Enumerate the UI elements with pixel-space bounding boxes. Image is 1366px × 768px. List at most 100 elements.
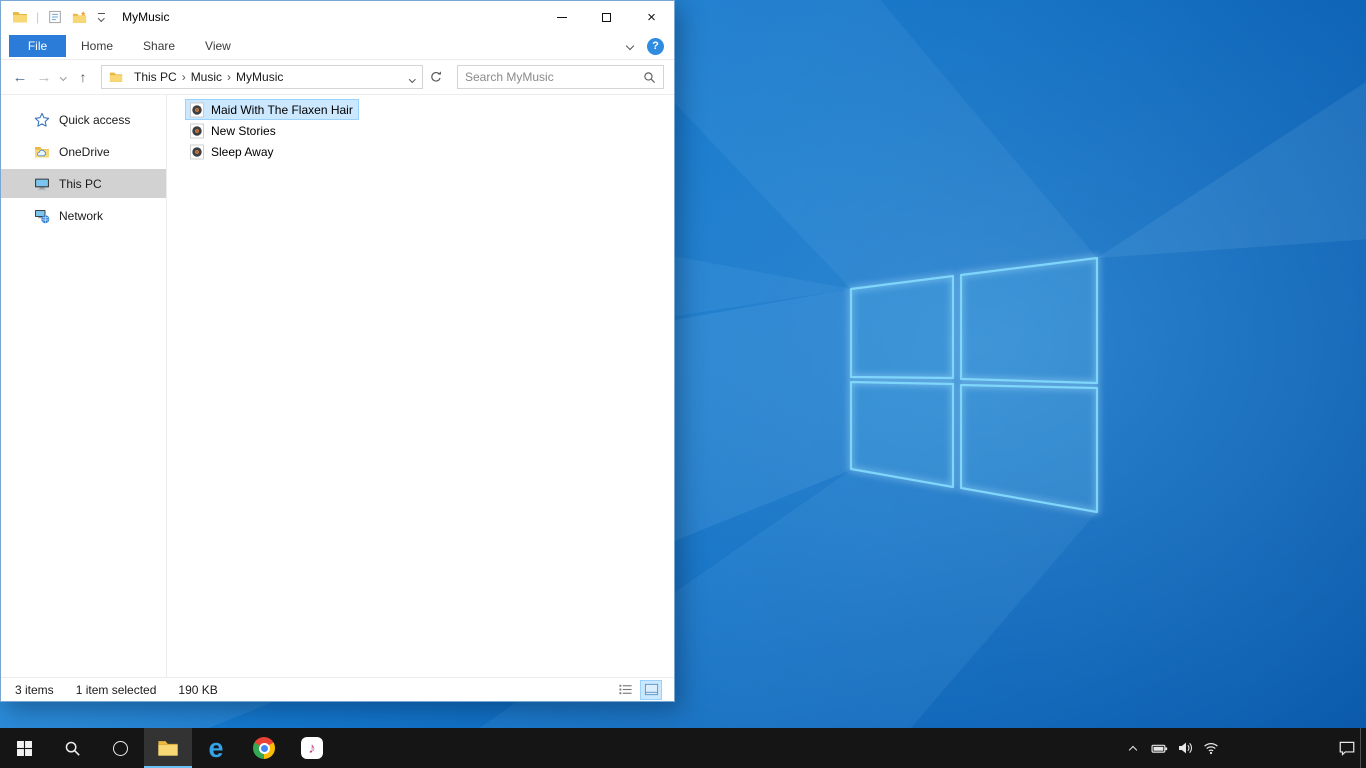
tab-home[interactable]: Home [66,33,128,59]
help-button[interactable]: ? [647,37,664,55]
address-dropdown-button[interactable] [408,70,415,84]
taskbar: e ♪ [0,728,1366,768]
chevron-down-icon [408,75,415,82]
music-file-icon [189,123,205,139]
titlebar: | MyMusic × [1,1,674,33]
music-file-icon [189,102,205,118]
taskbar-itunes-button[interactable]: ♪ [288,728,336,768]
file-name: New Stories [211,123,276,138]
chevron-down-icon [60,73,67,81]
taskbar-file-explorer-button[interactable] [144,728,192,768]
sidebar-item-this-pc[interactable]: This PC [1,169,166,198]
details-view-button[interactable] [614,680,636,700]
file-explorer-window: | MyMusic × File Home Share View ? ← → ↑… [0,0,675,702]
sidebar-item-quick-access[interactable]: Quick access [1,105,166,134]
taskbar-edge-button[interactable]: e [192,728,240,768]
recent-locations-button[interactable] [56,73,71,81]
sidebar-item-label: This PC [59,176,102,191]
music-file-icon [189,144,205,160]
close-icon: × [647,8,656,26]
file-name: Maid With The Flaxen Hair [211,102,353,117]
qat-new-folder-button[interactable] [70,8,88,26]
quick-access-toolbar: | [11,8,108,26]
status-selection: 1 item selected [75,682,157,697]
ribbon-collapse-chevron-icon[interactable] [625,41,635,51]
itunes-icon: ♪ [301,737,323,759]
minimize-button[interactable] [539,1,584,33]
maximize-icon [602,12,611,22]
wifi-icon [1203,740,1219,756]
up-button[interactable]: ↑ [71,65,95,89]
close-button[interactable]: × [629,1,674,33]
breadcrumb-music[interactable]: Music [186,70,227,84]
ribbon-tab-row: File Home Share View ? [1,33,674,60]
taskbar-search-button[interactable] [48,728,96,768]
sidebar-item-onedrive[interactable]: OneDrive [1,137,166,166]
search-input[interactable] [465,70,643,84]
chrome-icon [253,737,275,759]
folder-icon [109,70,123,84]
back-button[interactable]: ← [8,65,32,89]
cortana-button[interactable] [96,728,144,768]
battery-icon [1151,740,1168,757]
sidebar-item-label: Network [59,208,104,223]
tray-volume-button[interactable] [1172,728,1198,768]
taskbar-chrome-button[interactable] [240,728,288,768]
qat-properties-button[interactable] [46,8,64,26]
address-bar[interactable]: This PC › Music › MyMusic [101,65,423,89]
window-title: MyMusic [122,10,170,24]
navigation-pane: Quick access OneDrive This PC Network [1,95,167,677]
file-name: Sleep Away [211,144,274,159]
window-body: Quick access OneDrive This PC Network Ma… [1,95,674,677]
file-row[interactable]: Maid With The Flaxen Hair [185,99,359,120]
tab-share[interactable]: Share [128,33,190,59]
search-icon [64,740,81,757]
onedrive-folder-icon [34,144,50,160]
refresh-button[interactable] [423,65,449,89]
minimize-icon [556,16,567,18]
breadcrumb-this-pc[interactable]: This PC [129,70,182,84]
tray-battery-button[interactable] [1146,728,1172,768]
chevron-up-icon [1128,745,1138,754]
desktop: | MyMusic × File Home Share View ? ← → ↑… [0,0,1366,768]
qat-separator: | [36,10,40,24]
file-list[interactable]: Maid With The Flaxen Hair New Stories Sl… [167,95,674,677]
system-tray [1120,728,1366,768]
sidebar-item-label: Quick access [59,112,131,127]
action-center-button[interactable] [1334,728,1360,768]
explorer-system-icon[interactable] [11,8,29,26]
tray-network-button[interactable] [1198,728,1224,768]
search-icon[interactable] [643,71,656,84]
tray-show-hidden-icons-button[interactable] [1120,728,1146,768]
edge-icon: e [208,732,224,763]
action-center-icon [1338,739,1356,757]
status-selection-size: 190 KB [178,682,218,697]
network-icon [34,208,50,224]
computer-icon [34,176,50,192]
search-box [457,65,664,89]
status-items-count: 3 items [15,682,54,697]
volume-icon [1177,740,1193,756]
file-explorer-icon [157,737,179,759]
ribbon-right-controls: ? [625,37,674,55]
tab-file[interactable]: File [9,35,66,57]
quick-access-star-icon [34,112,50,128]
file-row[interactable]: Sleep Away [185,141,280,162]
sidebar-item-network[interactable]: Network [1,201,166,230]
start-button[interactable] [0,728,48,768]
view-switcher [614,679,662,700]
cortana-icon [112,740,128,756]
breadcrumb-mymusic[interactable]: MyMusic [231,70,288,84]
window-controls: × [539,1,674,33]
qat-customize-chevron[interactable] [94,13,108,22]
address-row: ← → ↑ This PC › Music › MyMusic [1,60,674,95]
tab-view[interactable]: View [190,33,246,59]
maximize-button[interactable] [584,1,629,33]
forward-button[interactable]: → [32,65,56,89]
large-icons-view-button[interactable] [640,679,662,700]
status-bar: 3 items 1 item selected 190 KB [1,677,674,701]
show-desktop-button[interactable] [1360,728,1366,768]
windows-logo-icon [17,741,32,756]
file-row[interactable]: New Stories [185,120,282,141]
sidebar-item-label: OneDrive [59,144,110,159]
